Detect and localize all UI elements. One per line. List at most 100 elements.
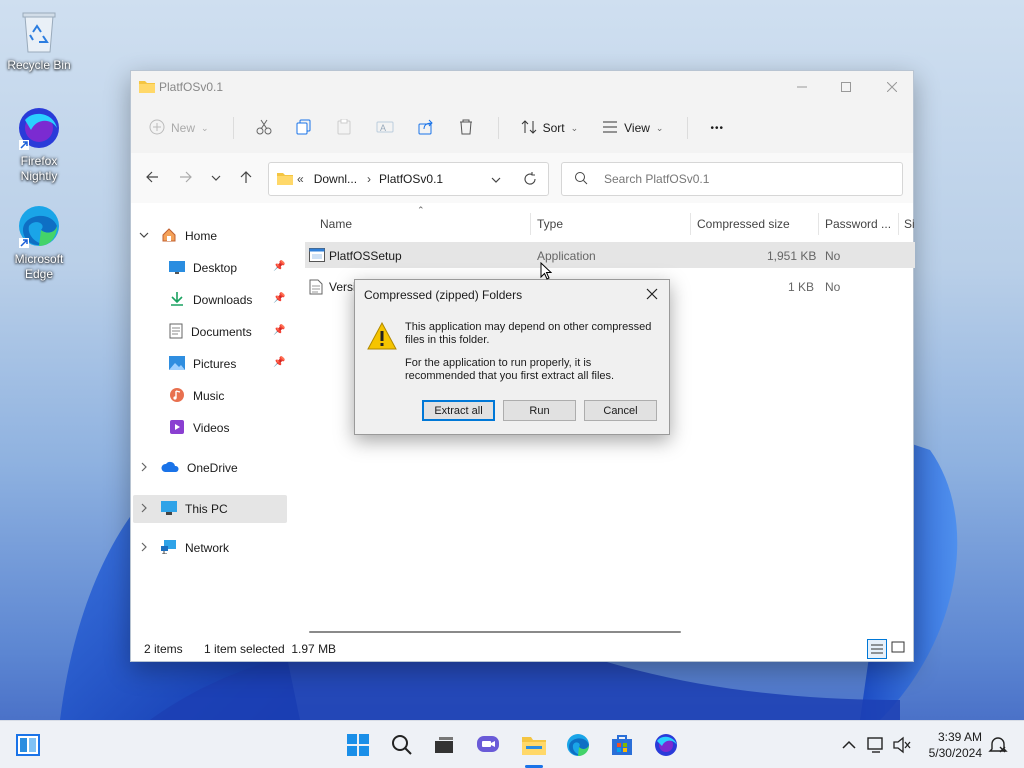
text-file-icon	[309, 279, 323, 298]
sidebar-item-desktop[interactable]: Desktop	[169, 256, 237, 280]
back-arrow-icon[interactable]	[145, 170, 159, 187]
chevron-right-icon	[139, 502, 149, 516]
view-button-label: View	[624, 121, 650, 135]
widgets-icon[interactable]	[12, 729, 44, 761]
view-button[interactable]: View ⌄	[602, 120, 663, 137]
sidebar-item-this-pc[interactable]: This PC	[133, 495, 287, 523]
pin-icon: 📌	[273, 325, 286, 336]
clock-time: 3:39 AM	[937, 730, 982, 744]
breadcrumb-overflow[interactable]: «	[297, 172, 304, 186]
column-header-password[interactable]: Password ...	[825, 217, 891, 231]
sidebar-item-home[interactable]: Home	[139, 224, 217, 248]
sidebar-item-music[interactable]: Music	[169, 384, 224, 408]
chevron-down-icon[interactable]	[491, 174, 501, 188]
chevron-down-icon: ⌄	[655, 122, 664, 133]
search-box[interactable]: Search PlatfOSv0.1	[561, 162, 903, 196]
computer-icon	[161, 500, 177, 518]
file-compressed-size: 1 KB	[788, 280, 815, 294]
sidebar-item-videos[interactable]: Videos	[169, 416, 229, 440]
sidebar-item-downloads[interactable]: Downloads	[169, 288, 252, 312]
new-button-label: New	[171, 121, 196, 135]
desktop-icon-label: Recycle Bin	[7, 58, 71, 72]
up-arrow-icon[interactable]	[239, 170, 253, 187]
task-view-icon[interactable]	[428, 729, 460, 761]
sidebar-item-documents[interactable]: Documents	[169, 320, 252, 344]
chevron-down-icon: ⌄	[570, 122, 579, 133]
forward-arrow-icon[interactable]	[179, 170, 193, 187]
system-clock[interactable]: 3:39 AM 5/30/2024	[929, 729, 982, 761]
trash-icon	[458, 119, 474, 138]
list-view-icon	[602, 120, 618, 137]
column-divider[interactable]	[530, 213, 531, 235]
column-divider[interactable]	[690, 213, 691, 235]
application-icon	[309, 248, 325, 265]
rename-icon: A	[376, 119, 394, 138]
new-button[interactable]: New ⌄	[149, 119, 209, 138]
tiles-view-icon[interactable]	[891, 641, 905, 658]
breadcrumb-downloads[interactable]: Downl...	[314, 172, 357, 186]
sidebar-item-pictures[interactable]: Pictures	[169, 352, 236, 376]
desktop-icon-microsoft-edge[interactable]: Microsoft Edge	[3, 202, 75, 282]
store-icon[interactable]	[606, 729, 638, 761]
rename-button[interactable]: A	[376, 119, 394, 138]
table-row[interactable]: PlatfOSSetup Application 1,951 KB No	[305, 242, 915, 268]
minimize-button[interactable]	[779, 71, 825, 103]
cut-button[interactable]	[256, 119, 272, 138]
desktop-icon-firefox-nightly[interactable]: Firefox Nightly	[3, 104, 75, 184]
column-header-size[interactable]: Si	[904, 217, 915, 231]
dialog-message-primary: This application may depend on other com…	[405, 321, 652, 346]
run-button[interactable]: Run	[503, 400, 576, 421]
search-icon	[574, 171, 588, 188]
notification-bell-icon[interactable]	[982, 729, 1014, 761]
file-explorer-taskbar-icon[interactable]	[518, 729, 550, 761]
sidebar-item-network[interactable]: Network	[139, 536, 229, 560]
column-divider[interactable]	[898, 213, 899, 235]
folder-icon	[139, 79, 155, 96]
cancel-button[interactable]: Cancel	[584, 400, 657, 421]
maximize-button[interactable]	[823, 71, 869, 103]
sort-button[interactable]: Sort ⌄	[521, 119, 579, 138]
pin-icon: 📌	[273, 293, 286, 304]
dialog-message-secondary: For the application to run properly, it …	[405, 357, 615, 382]
copy-icon	[296, 119, 312, 138]
network-icon	[161, 539, 177, 557]
more-options-button[interactable]: •••	[710, 123, 724, 134]
recent-locations-chevron-icon[interactable]	[211, 172, 221, 186]
pin-icon: 📌	[273, 357, 286, 368]
item-count: 2 items	[144, 642, 183, 656]
close-button[interactable]	[869, 71, 915, 103]
sidebar-item-onedrive[interactable]: OneDrive	[139, 456, 238, 480]
column-header-compressed-size[interactable]: Compressed size	[697, 217, 790, 231]
volume-muted-icon[interactable]	[886, 729, 918, 761]
delete-button[interactable]	[458, 119, 474, 138]
sidebar-item-label: Videos	[193, 421, 230, 435]
refresh-icon[interactable]	[523, 172, 537, 189]
copy-button[interactable]	[296, 119, 312, 138]
close-icon[interactable]	[643, 284, 661, 304]
document-icon	[169, 323, 183, 342]
edge-taskbar-icon[interactable]	[562, 729, 594, 761]
desktop-icon-recycle-bin[interactable]: Recycle Bin	[3, 8, 75, 73]
paste-button[interactable]	[336, 118, 352, 138]
svg-text:A: A	[380, 123, 386, 133]
chat-icon[interactable]	[472, 729, 504, 761]
address-bar[interactable]: « Downl... › PlatfOSv0.1	[268, 162, 549, 196]
extract-all-button[interactable]: Extract all	[422, 400, 495, 421]
column-divider[interactable]	[818, 213, 819, 235]
edge-icon	[15, 202, 63, 250]
firefox-nightly-taskbar-icon[interactable]	[650, 729, 682, 761]
start-icon[interactable]	[342, 729, 374, 761]
search-icon[interactable]	[386, 729, 418, 761]
column-header-name[interactable]: Name	[320, 217, 352, 231]
title-bar[interactable]: PlatfOSv0.1	[131, 71, 913, 103]
home-icon	[161, 227, 177, 246]
details-view-icon[interactable]	[867, 639, 887, 659]
share-button[interactable]	[418, 119, 434, 138]
pictures-icon	[169, 355, 185, 373]
sidebar-item-label: Pictures	[193, 357, 237, 371]
desktop-icon	[169, 260, 185, 277]
column-header-type[interactable]: Type	[537, 217, 563, 231]
breadcrumb-current[interactable]: PlatfOSv0.1	[379, 172, 443, 186]
pin-icon: 📌	[273, 261, 286, 272]
horizontal-scrollbar[interactable]	[309, 631, 681, 633]
